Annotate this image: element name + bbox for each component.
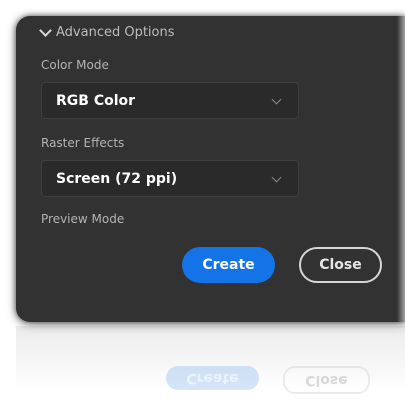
- advanced-options-header: Advanced Options: [56, 25, 175, 40]
- raster-effects-label: Raster Effects: [41, 136, 125, 150]
- create-button-reflection: Create: [166, 366, 259, 390]
- dialog-panel: Advanced Options Color Mode RGB Color Ra…: [16, 16, 405, 322]
- color-mode-label: Color Mode: [41, 58, 109, 72]
- create-button[interactable]: Create: [182, 247, 275, 283]
- preview-mode-label: Preview Mode: [41, 212, 125, 226]
- color-mode-select[interactable]: RGB Color: [41, 82, 299, 119]
- reflection-shade: [16, 326, 405, 399]
- close-button[interactable]: Close: [299, 247, 382, 283]
- chevron-down-icon: [271, 172, 282, 183]
- panel-reflection: Create Close: [16, 326, 405, 399]
- advanced-options-toggle[interactable]: Advanced Options: [39, 24, 175, 40]
- color-mode-value: RGB Color: [56, 92, 136, 109]
- chevron-down-icon: [39, 24, 52, 37]
- raster-effects-select[interactable]: Screen (72 ppi): [41, 160, 299, 197]
- close-button-reflection: Close: [283, 366, 370, 394]
- chevron-down-icon: [271, 94, 282, 105]
- raster-effects-value: Screen (72 ppi): [56, 170, 178, 187]
